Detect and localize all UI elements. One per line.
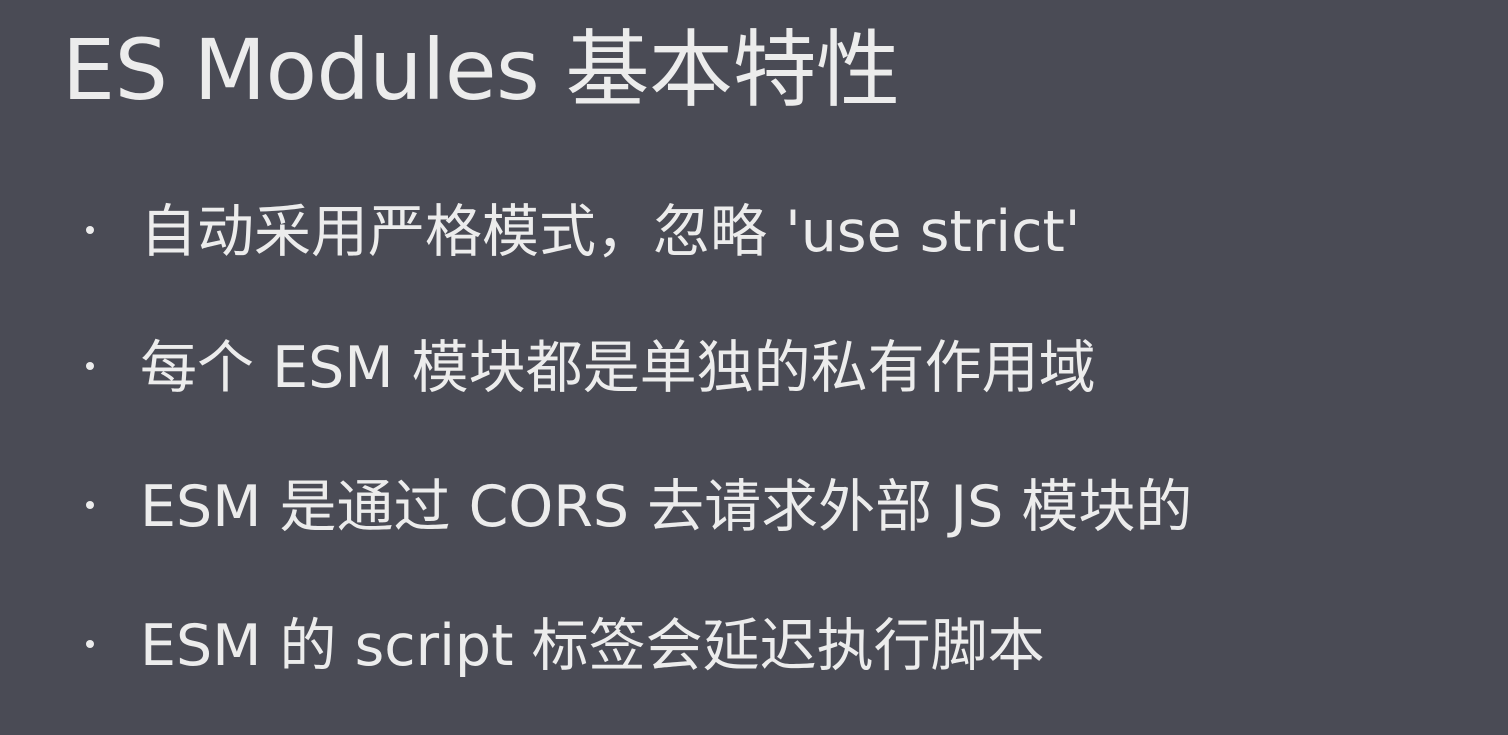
slide-title: ES Modules 基本特性 — [62, 21, 900, 119]
bullet-item: ESM 的 script 标签会延迟执行脚本 — [0, 611, 1508, 681]
bullet-dot-icon — [86, 362, 94, 370]
bullet-dot-icon — [86, 501, 94, 509]
bullet-text: ESM 的 script 标签会延迟执行脚本 — [140, 613, 1045, 679]
bullet-dot-icon — [86, 226, 94, 234]
bullet-dot-icon — [86, 640, 94, 648]
bullet-text: 每个 ESM 模块都是单独的私有作用域 — [140, 335, 1096, 401]
bullet-item: 每个 ESM 模块都是单独的私有作用域 — [0, 333, 1508, 403]
bullet-text: ESM 是通过 CORS 去请求外部 JS 模块的 — [140, 474, 1193, 540]
bullet-text: 自动采用严格模式，忽略 'use strict' — [140, 199, 1081, 265]
bullet-item: 自动采用严格模式，忽略 'use strict' — [0, 197, 1508, 267]
slide: ES Modules 基本特性 自动采用严格模式，忽略 'use strict'… — [0, 0, 1508, 735]
bullet-item: ESM 是通过 CORS 去请求外部 JS 模块的 — [0, 472, 1508, 542]
